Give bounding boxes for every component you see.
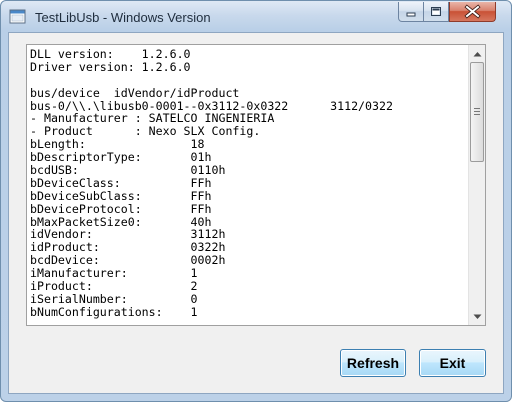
output-line: bcdUSB: 0110h — [30, 164, 226, 177]
scroll-down-arrow-icon — [473, 314, 481, 319]
scroll-up-arrow-icon — [473, 51, 481, 56]
device-info-lines: DLL version: 1.2.6.0 Driver version: 1.2.… — [30, 48, 466, 319]
output-line: bLength: 18 — [30, 138, 205, 152]
maximize-button[interactable] — [423, 2, 449, 22]
minimize-icon — [406, 12, 416, 17]
output-line: bDescriptorType: 01h — [30, 151, 212, 165]
vertical-scrollbar[interactable] — [468, 45, 485, 325]
output-line: bMaxPacketSize0: 40h — [30, 215, 212, 229]
close-icon — [464, 4, 481, 19]
scroll-thumb[interactable] — [470, 62, 484, 162]
output-line: bcdDevice: 0002h — [30, 254, 226, 268]
output-line: Driver version: 1.2.6.0 — [30, 60, 191, 74]
title-bar[interactable]: TestLibUsb - Windows Version — [1, 1, 511, 33]
maximize-icon — [431, 7, 441, 16]
device-info-textbox[interactable]: DLL version: 1.2.6.0 Driver version: 1.2.… — [26, 44, 486, 326]
output-line: idVendor: 3112h — [30, 228, 226, 242]
output-line: bNumConfigurations: 1 — [30, 305, 198, 319]
output-line: bus/device idVendor/idProduct — [30, 86, 240, 100]
output-line: - Manufacturer : SATELCO INGENIERIA — [30, 112, 275, 126]
output-line: iSerialNumber: 0 — [30, 292, 198, 306]
output-line: bus-0/\\.\libusb0-0001--0x3112-0x0322 31… — [30, 99, 393, 113]
output-line: idProduct: 0322h — [30, 241, 226, 255]
output-line: bDeviceClass: FFh — [30, 176, 212, 190]
output-line: DLL version: 1.2.6.0 — [30, 48, 191, 61]
client-area: DLL version: 1.2.6.0 Driver version: 1.2.… — [8, 32, 504, 394]
output-line: iProduct: 2 — [30, 280, 198, 293]
output-line: iManufacturer: 1 — [30, 267, 198, 281]
output-line — [30, 74, 466, 87]
application-window: TestLibUsb - Windows Version DLL version… — [0, 0, 512, 402]
scroll-down-button[interactable] — [469, 308, 485, 325]
minimize-button[interactable] — [398, 2, 424, 22]
window-title: TestLibUsb - Windows Version — [35, 10, 211, 25]
close-button[interactable] — [449, 2, 496, 22]
caption-buttons — [398, 2, 503, 22]
app-window-icon — [9, 9, 26, 24]
output-line: - Product : Nexo SLX Config. — [30, 125, 261, 139]
refresh-button[interactable]: Refresh — [340, 349, 406, 377]
output-line: bDeviceSubClass: FFh — [30, 189, 212, 203]
output-line: bDeviceProtocol: FFh — [30, 202, 212, 216]
grip-icon — [474, 108, 480, 115]
exit-button[interactable]: Exit — [419, 349, 486, 377]
scroll-up-button[interactable] — [469, 45, 485, 62]
